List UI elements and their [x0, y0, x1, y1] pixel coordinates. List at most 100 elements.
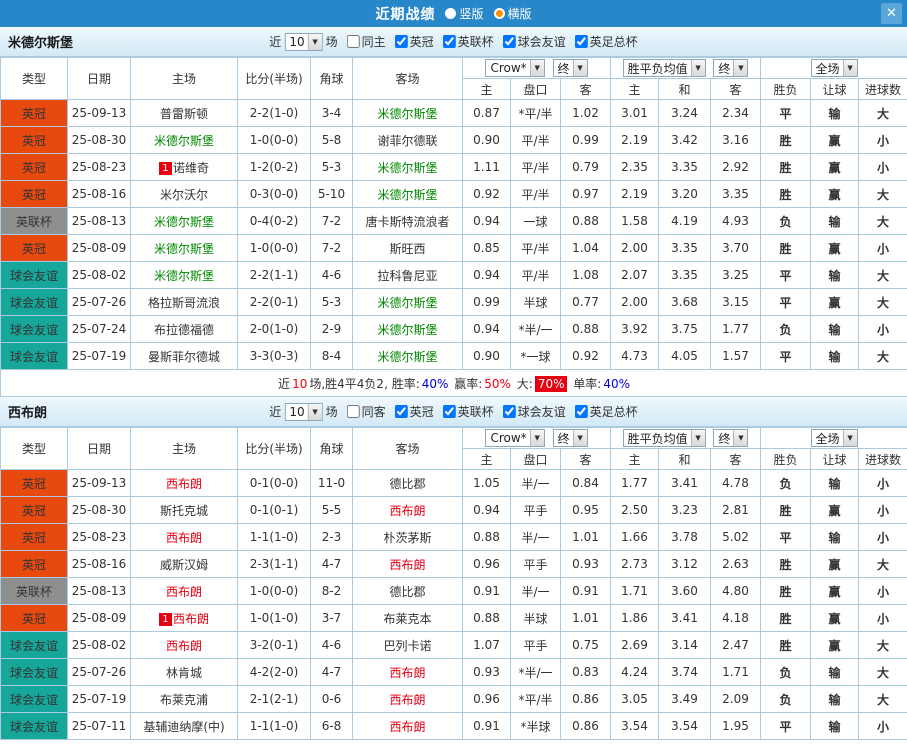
efl-cup-label: 英联杯: [457, 35, 494, 49]
type-cell: 球会友谊: [0, 315, 68, 343]
radio-vertical-label[interactable]: 竖版: [459, 5, 483, 22]
asia-final-select[interactable]: 终 ▼: [552, 59, 588, 77]
result-goals-cell: 大: [858, 261, 907, 289]
select-label: 胜平负均值: [627, 431, 688, 446]
away-team-cell: 唐卡斯特流浪者: [352, 207, 463, 235]
league-filter-friendly[interactable]: 球会友谊: [497, 33, 566, 50]
chevron-down-icon: ▼: [307, 33, 322, 50]
fulltime-select[interactable]: 全场 ▼: [810, 59, 858, 77]
away-team-cell: 巴列卡诺: [352, 631, 463, 659]
team-name: 基辅迪纳摩(中): [143, 719, 225, 734]
same-venue-checkbox[interactable]: [346, 35, 360, 48]
euro-draw-odds-cell: 3.41: [658, 604, 711, 632]
friendly-label: 球会友谊: [517, 35, 566, 49]
chevron-down-icon: ▼: [733, 430, 748, 446]
radio-horizontal-label[interactable]: 横版: [508, 5, 532, 22]
date-cell: 25-07-11: [67, 712, 131, 740]
matches-tbody-away: 英冠 25-09-13 西布朗 0-1(0-0) 11-0 德比郡 1.05 半/一 0.84 1…: [0, 469, 907, 740]
euro-avg-select[interactable]: 胜平负均值 ▼: [622, 59, 706, 77]
asia-home-odds-cell: 0.93: [462, 658, 511, 686]
euro-home-odds-cell: 2.73: [610, 550, 659, 578]
chevron-down-icon: ▼: [572, 430, 587, 446]
efl-cup-checkbox[interactable]: [442, 35, 456, 48]
euro-away-odds-cell: 3.70: [709, 234, 762, 262]
summary-segment: 10: [292, 376, 308, 391]
team-name: 唐卡斯特流浪者: [365, 214, 450, 229]
team-name: 西布朗: [165, 638, 202, 653]
match-row: 英冠 25-08-30 斯托克城 0-1(0-1) 5-5 西布朗 0.94 平手 0.95 2.…: [0, 496, 907, 524]
euro-draw-odds-cell: 3.12: [658, 550, 711, 578]
efl-cup-checkbox[interactable]: [442, 405, 456, 418]
team-name: 西布朗: [165, 476, 202, 491]
league-filter-efl-cup[interactable]: 英联杯: [437, 403, 494, 420]
type-cell: 球会友谊: [0, 631, 68, 659]
result-goals-cell: 小: [858, 604, 907, 632]
match-row: 英冠 25-08-09 1 西布朗 1-0(1-0) 3-7 布莱克本 0.88 半球 1.01 1…: [0, 604, 907, 632]
league-filter-championship[interactable]: 英冠: [389, 403, 434, 420]
result-wdl-cell: 胜: [760, 577, 812, 605]
close-button[interactable]: ✕: [881, 3, 902, 24]
col-result-handicap: 让球: [810, 448, 860, 470]
euro-home-odds-cell: 2.69: [610, 631, 659, 659]
euro-final-select[interactable]: 终 ▼: [713, 429, 749, 447]
result-handicap-cell: 输: [810, 342, 860, 370]
league-filter-efl-cup[interactable]: 英联杯: [437, 33, 494, 50]
euro-draw-odds-cell: 4.19: [658, 207, 711, 235]
team-name: 诺维奇: [172, 160, 209, 175]
euro-home-odds-cell: 2.19: [610, 126, 659, 154]
euro-away-odds-cell: 5.02: [709, 523, 762, 551]
fa-cup-checkbox[interactable]: [574, 35, 588, 48]
home-team-cell: 1 西布朗: [130, 604, 238, 632]
fa-cup-checkbox[interactable]: [574, 405, 588, 418]
team-name: 米德尔斯堡: [377, 160, 438, 175]
result-goals-cell: 大: [858, 342, 907, 370]
same-venue-filter[interactable]: 同客: [341, 403, 386, 420]
away-team-cell: 米德尔斯堡: [352, 315, 463, 343]
summary-segment: 大:: [512, 376, 533, 391]
handicap-cell: 半/一: [510, 523, 561, 551]
odds-source-select[interactable]: Crow* ▼: [485, 59, 545, 77]
fulltime-select[interactable]: 全场 ▼: [810, 429, 858, 447]
score-cell: 2-2(1-1): [237, 261, 311, 289]
select-label: 10: [289, 34, 305, 49]
euro-away-odds-cell: 4.93: [709, 207, 762, 235]
euro-away-odds-cell: 1.71: [709, 658, 762, 686]
layout-radio-vertical[interactable]: [445, 8, 457, 19]
same-venue-filter[interactable]: 同主: [341, 33, 386, 50]
same-venue-checkbox[interactable]: [346, 405, 360, 418]
match-count-select[interactable]: 10 ▼: [284, 32, 323, 51]
odds-source-select[interactable]: Crow* ▼: [485, 429, 545, 447]
asia-home-odds-cell: 0.96: [462, 685, 511, 713]
championship-checkbox[interactable]: [394, 405, 408, 418]
asia-home-odds-cell: 0.88: [462, 604, 511, 632]
asia-away-odds-cell: 1.02: [560, 99, 611, 127]
championship-checkbox[interactable]: [394, 35, 408, 48]
league-filter-fa-cup[interactable]: 英足总杯: [569, 33, 638, 50]
corners-cell: 2-9: [310, 315, 353, 343]
league-filter-friendly[interactable]: 球会友谊: [497, 403, 566, 420]
friendly-checkbox[interactable]: [502, 35, 516, 48]
match-count-select[interactable]: 10 ▼: [284, 402, 323, 421]
team-name: 布莱克本: [383, 611, 432, 626]
team-name: 斯托克城: [159, 503, 208, 518]
euro-away-odds-cell: 4.78: [709, 469, 762, 497]
result-goals-cell: 大: [858, 99, 907, 127]
result-handicap-cell: 输: [810, 261, 860, 289]
friendly-checkbox[interactable]: [502, 405, 516, 418]
layout-radio-horizontal[interactable]: [493, 8, 505, 19]
asia-home-odds-cell: 0.91: [462, 712, 511, 740]
chevron-down-icon: ▼: [307, 403, 322, 420]
euro-avg-select[interactable]: 胜平负均值 ▼: [622, 429, 706, 447]
euro-final-select[interactable]: 终 ▼: [713, 59, 749, 77]
date-cell: 25-08-16: [67, 180, 131, 208]
euro-home-odds-cell: 3.92: [610, 315, 659, 343]
league-filter-championship[interactable]: 英冠: [389, 33, 434, 50]
result-handicap-cell: 赢: [810, 604, 860, 632]
euro-draw-odds-cell: 3.20: [658, 180, 711, 208]
league-filter-fa-cup[interactable]: 英足总杯: [569, 403, 638, 420]
team-name: 拉科鲁尼亚: [377, 268, 438, 283]
corners-cell: 5-3: [310, 288, 353, 316]
home-team-cell: 林肯城: [130, 658, 238, 686]
type-cell: 球会友谊: [0, 712, 68, 740]
asia-final-select[interactable]: 终 ▼: [552, 429, 588, 447]
